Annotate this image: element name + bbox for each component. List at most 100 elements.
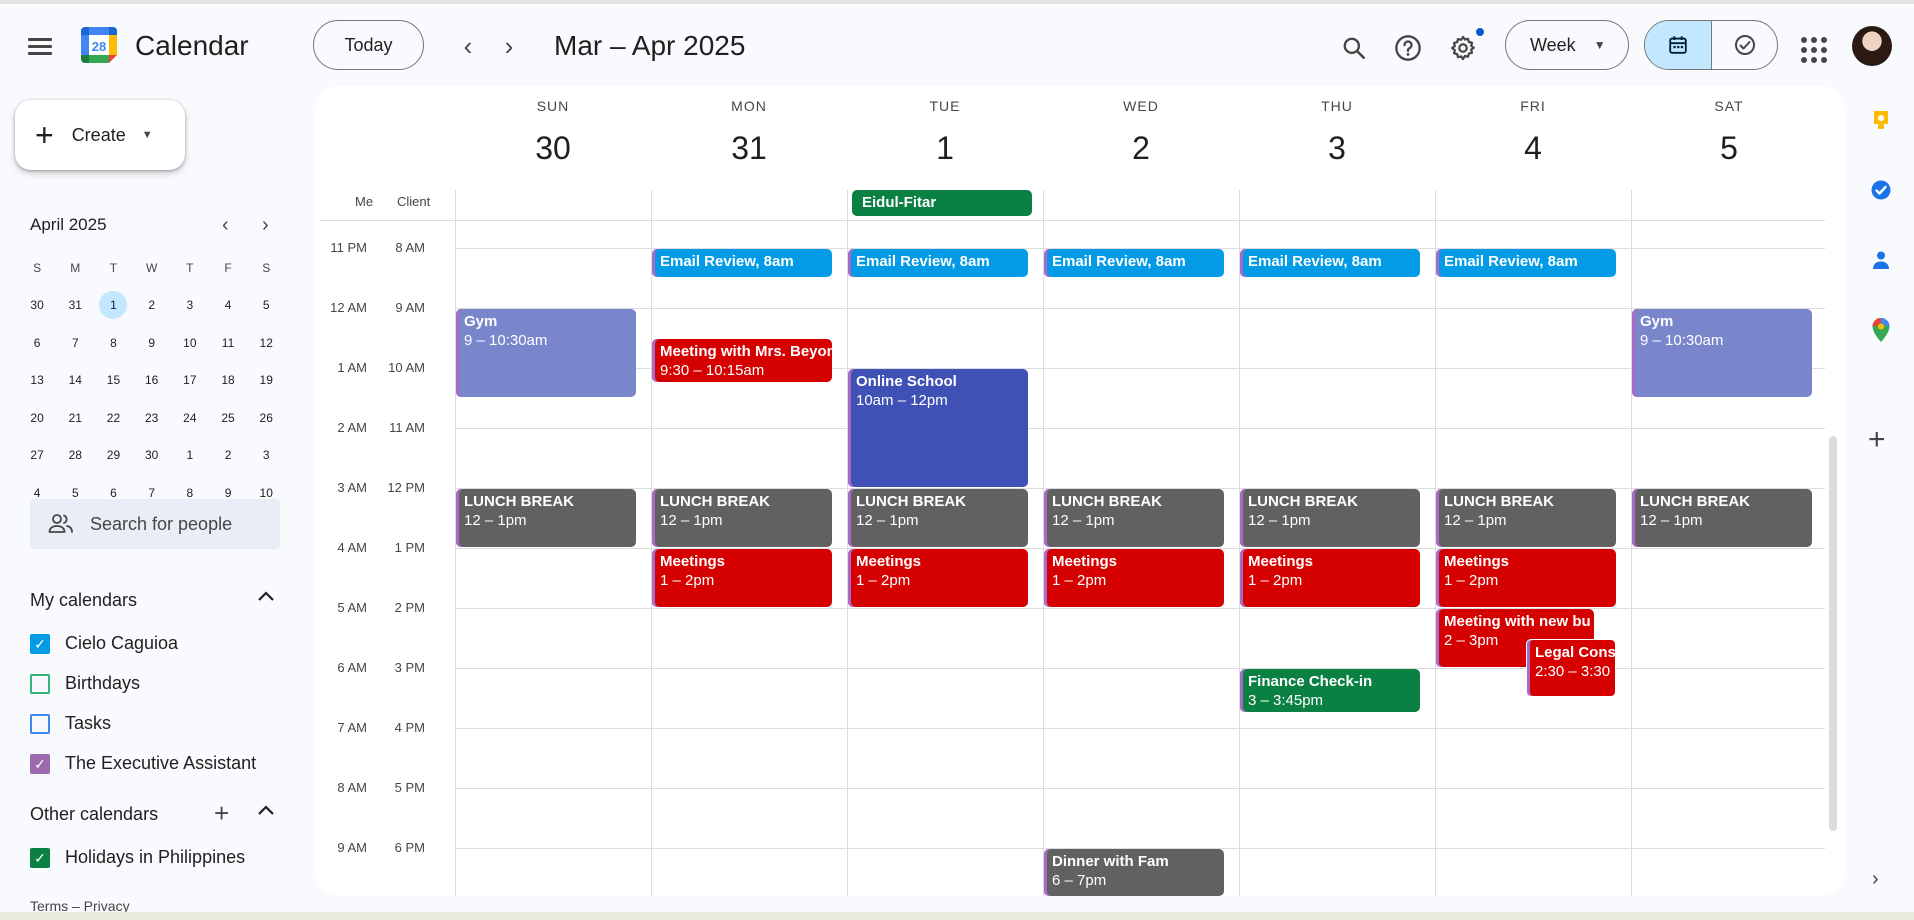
mini-calendar-day[interactable]: 23 [133,399,171,437]
calendar-event[interactable]: Email Review, 8am [1436,249,1616,277]
calendar-event[interactable]: Email Review, 8am [1240,249,1420,277]
view-selector[interactable]: Week ▼ [1505,20,1629,70]
mini-calendar-day[interactable]: 26 [247,399,285,437]
my-calendars-title[interactable]: My calendars [30,590,137,611]
mini-calendar-day[interactable]: 30 [18,287,56,325]
mini-calendar-day[interactable]: 2 [133,287,171,325]
calendar-logo[interactable]: 28 [78,24,120,66]
mini-calendar-day[interactable]: 20 [18,399,56,437]
mini-calendar-day[interactable]: 15 [94,362,132,400]
calendar-item[interactable]: ✓ Holidays in Philippines [30,847,245,868]
mini-calendar-day[interactable]: 17 [171,362,209,400]
mini-calendar-day[interactable]: 25 [209,399,247,437]
calendar-event[interactable]: Email Review, 8am [1044,249,1224,277]
mini-calendar-day[interactable]: 1 [171,437,209,475]
day-number[interactable]: 2 [1043,130,1239,167]
calendar-event[interactable]: Dinner with Fam 6 – 7pm [1044,849,1224,896]
calendar-event[interactable]: Finance Check-in 3 – 3:45pm [1240,669,1420,712]
calendar-event[interactable]: LUNCH BREAK 12 – 1pm [456,489,636,547]
tasks-view-button[interactable] [1711,21,1777,69]
mini-calendar-day[interactable]: 16 [133,362,171,400]
day-number[interactable]: 3 [1239,130,1435,167]
mini-calendar-day[interactable]: 14 [56,362,94,400]
previous-week-button[interactable]: ‹ [450,28,486,64]
chevron-up-icon[interactable] [256,589,276,608]
day-number[interactable]: 4 [1435,130,1631,167]
mini-calendar-day[interactable]: 18 [209,362,247,400]
calendar-event[interactable]: LUNCH BREAK 12 – 1pm [1240,489,1420,547]
mini-calendar-day[interactable]: 12 [247,324,285,362]
mini-calendar-day[interactable]: 29 [94,437,132,475]
calendar-item[interactable]: Birthdays [30,673,140,694]
mini-calendar-day[interactable]: 24 [171,399,209,437]
mini-calendar-day[interactable]: 6 [18,324,56,362]
mini-calendar-day[interactable]: 8 [94,324,132,362]
avatar[interactable] [1852,26,1892,66]
checkbox-checked-icon[interactable]: ✓ [30,753,50,774]
next-week-button[interactable]: › [491,28,527,64]
calendar-event[interactable]: LUNCH BREAK 12 – 1pm [1632,489,1812,547]
mini-calendar-day[interactable]: 1 [94,287,132,325]
day-number[interactable]: 30 [455,130,651,167]
calendar-event[interactable]: Meetings 1 – 2pm [652,549,832,607]
calendar-event[interactable]: Gym 9 – 10:30am [1632,309,1812,397]
all-day-event[interactable]: Eidul-Fitar [852,190,1032,216]
calendar-event[interactable]: Meetings 1 – 2pm [848,549,1028,607]
day-number[interactable]: 31 [651,130,847,167]
add-calendar-icon[interactable]: + [214,800,229,826]
mini-calendar-day[interactable]: 7 [56,324,94,362]
calendar-event[interactable]: Meeting with Mrs. Beyonce 9:30 – 10:15am [652,339,832,382]
mini-calendar-day[interactable]: 31 [56,287,94,325]
create-button[interactable]: + Create ▼ [15,100,185,170]
expand-side-panel-icon[interactable]: › [1872,868,1879,891]
vertical-scrollbar[interactable] [1829,436,1837,831]
mini-calendar-day[interactable]: 2 [209,437,247,475]
mini-calendar-day[interactable]: 11 [209,324,247,362]
calendar-event[interactable]: LUNCH BREAK 12 – 1pm [848,489,1028,547]
apps-icon[interactable] [1798,34,1828,64]
calendar-event[interactable]: LUNCH BREAK 12 – 1pm [652,489,832,547]
mini-calendar-next-icon[interactable]: › [262,214,269,237]
help-icon[interactable] [1388,28,1428,68]
mini-calendar-day[interactable]: 3 [171,287,209,325]
calendar-event[interactable]: Gym 9 – 10:30am [456,309,636,397]
calendar-event[interactable]: Legal Cons 2:30 – 3:30 [1526,639,1616,697]
checkbox-checked-icon[interactable]: ✓ [30,847,50,868]
mini-calendar-day[interactable]: 13 [18,362,56,400]
mini-calendar-day[interactable]: 19 [247,362,285,400]
app-title[interactable]: Calendar [135,30,249,62]
other-calendars-title[interactable]: Other calendars [30,804,158,825]
mini-calendar-day[interactable]: 3 [247,437,285,475]
maps-icon[interactable] [1867,316,1895,344]
calendar-view-button[interactable] [1645,21,1711,69]
mini-calendar-day[interactable]: 5 [247,287,285,325]
chevron-up-icon[interactable] [256,803,276,822]
calendar-event[interactable]: Meetings 1 – 2pm [1044,549,1224,607]
mini-calendar-day[interactable]: 30 [133,437,171,475]
mini-calendar-day[interactable]: 22 [94,399,132,437]
keep-icon[interactable] [1867,106,1895,134]
calendar-event[interactable]: LUNCH BREAK 12 – 1pm [1436,489,1616,547]
mini-calendar-day[interactable]: 9 [133,324,171,362]
calendar-item[interactable]: Tasks [30,713,111,734]
mini-calendar-day[interactable]: 21 [56,399,94,437]
calendar-item[interactable]: ✓ The Executive Assistant [30,753,256,774]
today-button[interactable]: Today [313,20,424,70]
checkbox-unchecked-icon[interactable] [30,713,50,734]
day-number[interactable]: 5 [1631,130,1827,167]
checkbox-checked-icon[interactable]: ✓ [30,633,50,654]
add-addon-icon[interactable]: + [1868,425,1886,455]
mini-calendar-day[interactable]: 28 [56,437,94,475]
main-menu-icon[interactable] [24,34,56,62]
calendar-item[interactable]: ✓ Cielo Caguioa [30,633,178,654]
calendar-event[interactable]: Email Review, 8am [848,249,1028,277]
search-icon[interactable] [1334,28,1374,68]
day-number[interactable]: 1 [847,130,1043,167]
search-people-input[interactable]: Search for people [30,499,280,549]
calendar-event[interactable]: Meetings 1 – 2pm [1240,549,1420,607]
calendar-event[interactable]: Email Review, 8am [652,249,832,277]
tasks-icon[interactable] [1867,176,1895,204]
calendar-event[interactable]: Meetings 1 – 2pm [1436,549,1616,607]
calendar-event[interactable]: Online School 10am – 12pm [848,369,1028,487]
calendar-event[interactable]: LUNCH BREAK 12 – 1pm [1044,489,1224,547]
